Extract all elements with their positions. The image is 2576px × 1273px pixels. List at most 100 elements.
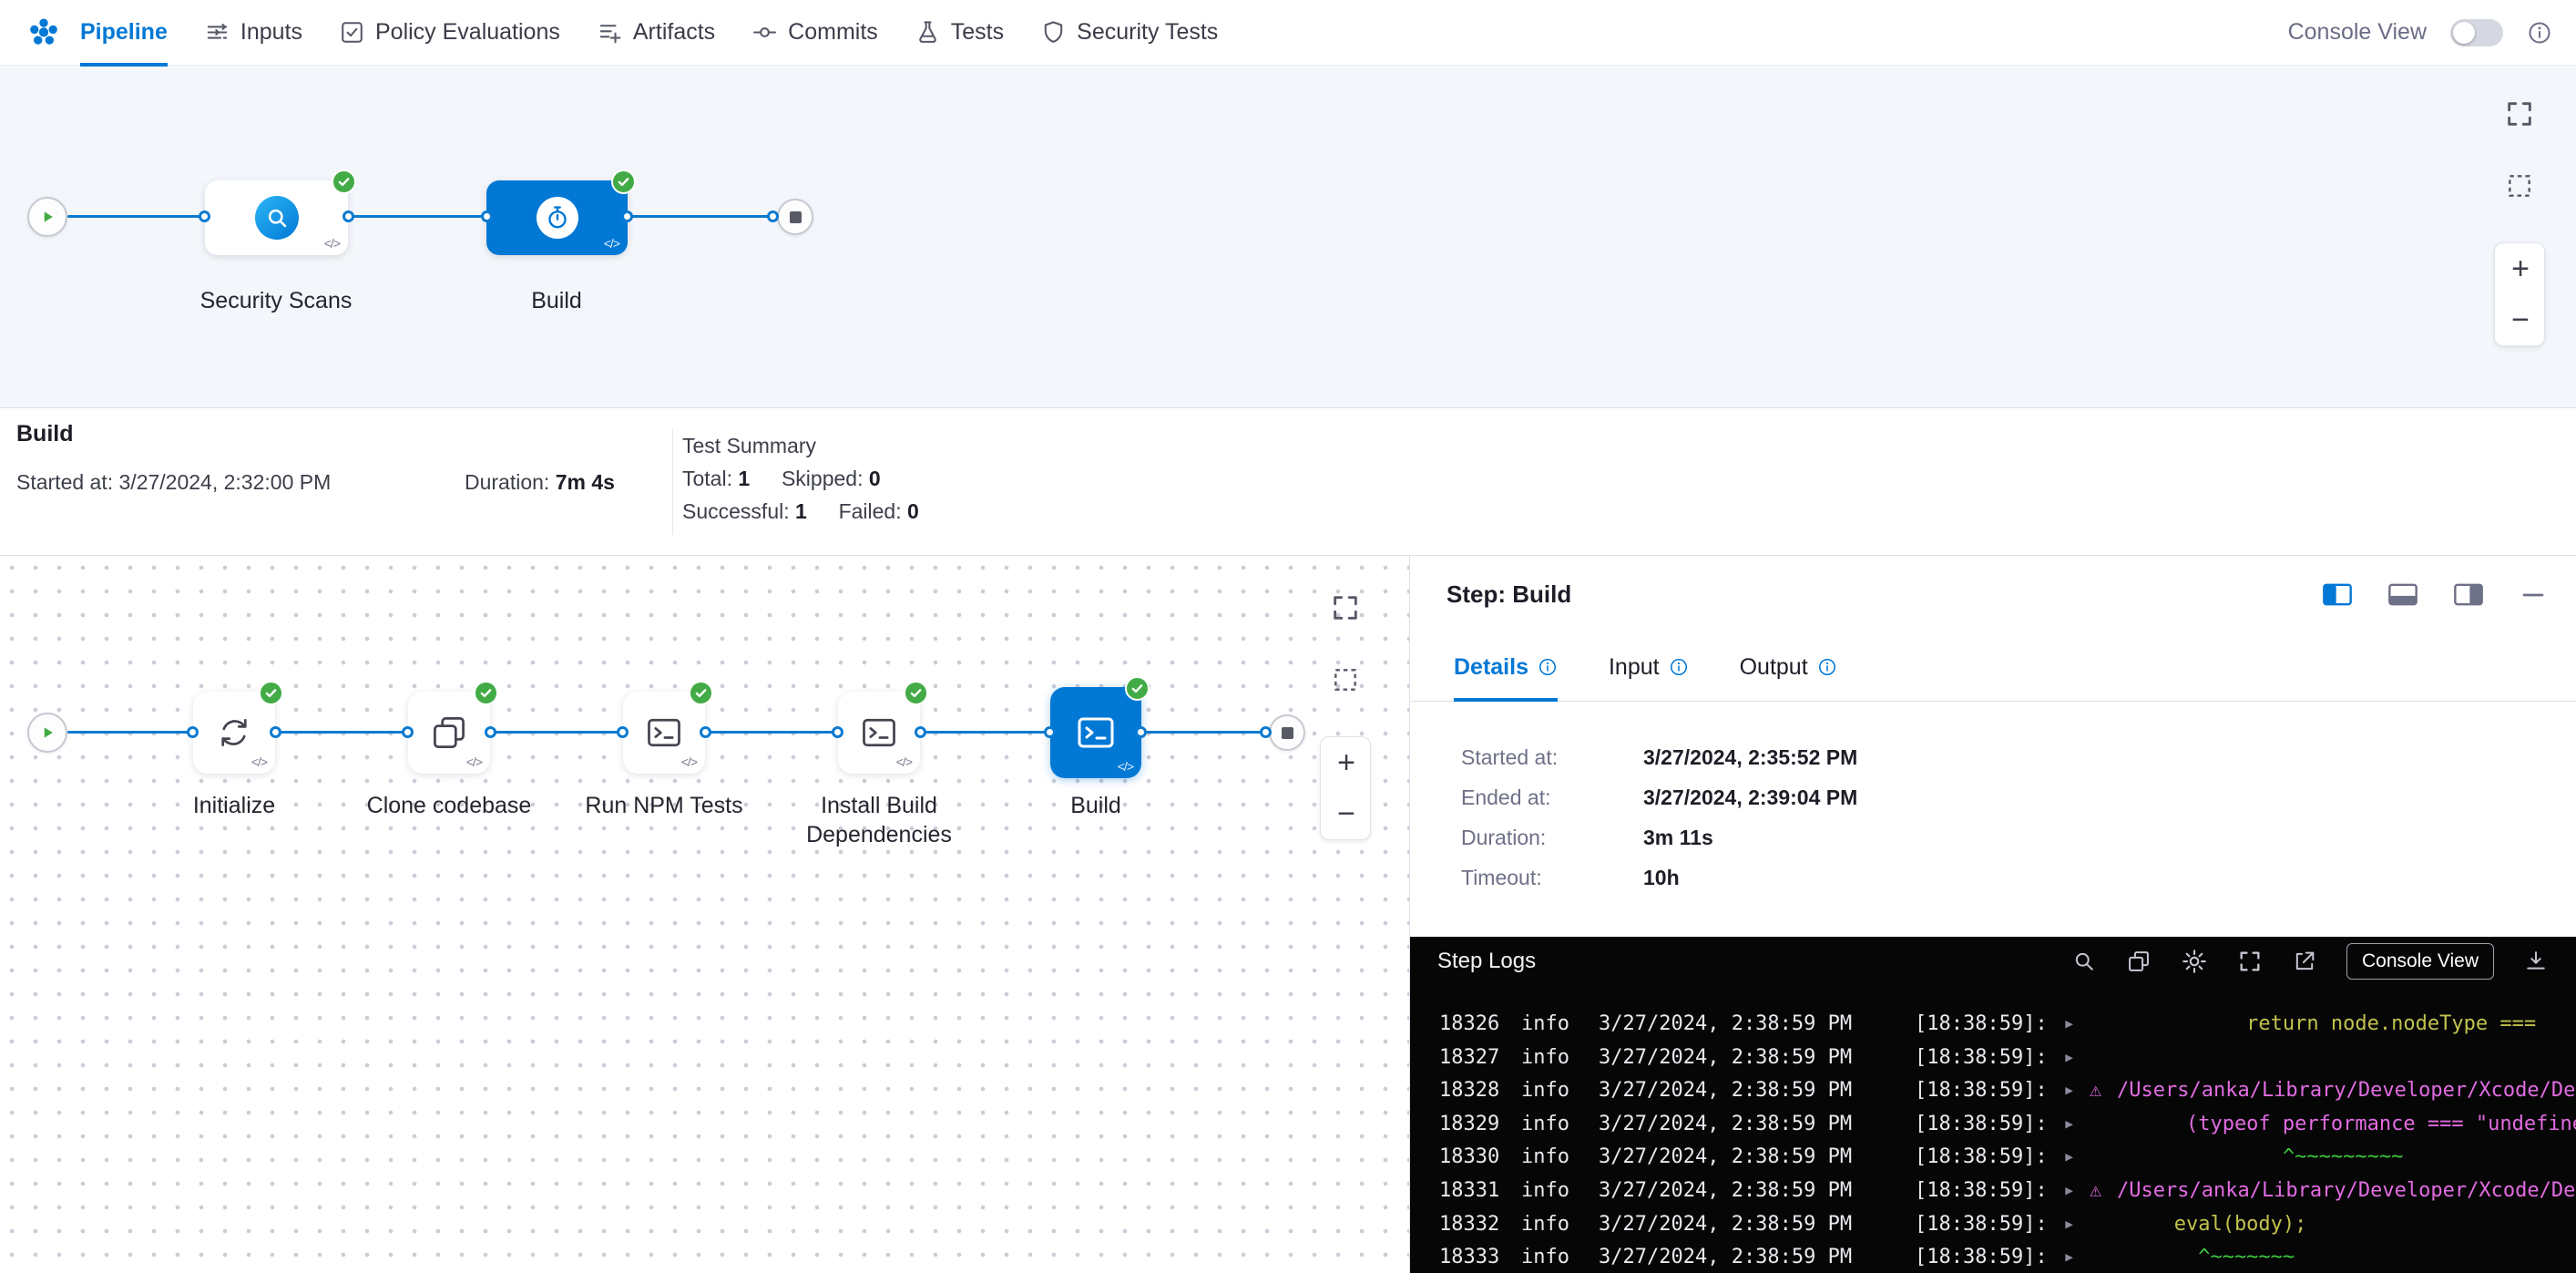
detail-row: Ended at: 3/27/2024, 2:39:04 PM — [1461, 784, 2576, 811]
stage-summary-bar: Build Started at: 3/27/2024, 2:32:00 PM … — [0, 407, 2576, 556]
pipeline-graph-canvas[interactable]: </> </> Security Scans Build + − — [0, 66, 2576, 407]
download-icon[interactable] — [2523, 949, 2549, 974]
tab-commits[interactable]: Commits — [751, 0, 878, 66]
success-badge-icon — [611, 169, 636, 194]
connector-dot — [1260, 726, 1272, 738]
pipeline-start-node[interactable] — [27, 197, 67, 237]
log-level: info — [1521, 1008, 1599, 1042]
layout-left-panel-icon[interactable] — [2323, 583, 2352, 606]
total-label: Total: — [682, 467, 732, 490]
log-datetime: 3/27/2024, 2:38:59 PM — [1599, 1175, 1915, 1208]
step-node-initialize[interactable]: </> — [193, 692, 275, 774]
connector-dot — [481, 210, 493, 222]
stage-node-build[interactable]: </> — [486, 180, 628, 255]
connector-dot — [199, 210, 210, 222]
stage-start-node[interactable] — [27, 713, 67, 753]
stage-node-security-scans[interactable]: </> — [205, 180, 348, 255]
log-line: 18333 info 3/27/2024, 2:38:59 PM [18:38:… — [1439, 1241, 2576, 1273]
step-node-run-npm-tests[interactable]: </> — [623, 692, 705, 774]
log-line: 18329 info 3/27/2024, 2:38:59 PM [18:38:… — [1439, 1108, 2576, 1142]
canvas-zoom-controls: + − — [1320, 592, 1371, 840]
tab-policy-evaluations[interactable]: Policy Evaluations — [339, 0, 560, 66]
log-line: 18328 info 3/27/2024, 2:38:59 PM [18:38:… — [1439, 1074, 2576, 1108]
tab-commits-label: Commits — [788, 19, 878, 46]
step-label: Clone codebase — [340, 791, 558, 820]
tab-inputs[interactable]: Inputs — [204, 0, 302, 66]
play-icon — [36, 721, 59, 744]
info-icon[interactable] — [1669, 657, 1689, 677]
log-time: [18:38:59]: — [1915, 1008, 2063, 1042]
info-icon[interactable] — [2527, 20, 2552, 46]
log-line: 18327 info 3/27/2024, 2:38:59 PM [18:38:… — [1439, 1042, 2576, 1075]
console-view-label: Console View — [2288, 19, 2427, 46]
stage-canvas[interactable]: </> </> </> </> </> Initialize Clone — [0, 556, 1410, 1273]
tab-pipeline[interactable]: Pipeline — [80, 0, 168, 66]
layout-right-panel-icon[interactable] — [2454, 583, 2483, 606]
log-content: return node.nodeType === — [2090, 1008, 2536, 1042]
stage-end-node[interactable] — [1269, 714, 1305, 751]
fullscreen-icon[interactable] — [2237, 949, 2263, 974]
success-badge-icon — [689, 681, 713, 705]
log-output[interactable]: 18326 info 3/27/2024, 2:38:59 PM [18:38:… — [1410, 986, 2576, 1273]
tab-details[interactable]: Details — [1454, 633, 1558, 701]
log-level: info — [1521, 1042, 1599, 1075]
fullscreen-icon[interactable] — [1330, 592, 1361, 623]
step-node-install-build-dependencies[interactable]: </> — [838, 692, 920, 774]
started-at-label: Started at: — [16, 470, 113, 494]
info-icon[interactable] — [1538, 657, 1558, 677]
successful-label: Successful: — [682, 499, 790, 523]
divider — [672, 428, 673, 535]
external-link-icon[interactable] — [2292, 949, 2317, 974]
zoom-out-button[interactable]: − — [2495, 294, 2545, 345]
tab-security-tests[interactable]: Security Tests — [1040, 0, 1218, 66]
connector-edge — [1141, 731, 1267, 734]
tab-pipeline-label: Pipeline — [80, 19, 168, 46]
console-view-toggle[interactable] — [2450, 19, 2503, 46]
warning-icon: ⚠ — [2090, 1074, 2117, 1108]
tab-artifacts[interactable]: Artifacts — [597, 0, 715, 66]
log-level: info — [1521, 1175, 1599, 1208]
settings-gear-icon[interactable] — [2181, 948, 2208, 975]
zoom-out-button[interactable]: − — [1321, 788, 1371, 839]
info-icon[interactable] — [1817, 657, 1837, 677]
layout-bottom-panel-icon[interactable] — [2388, 583, 2418, 606]
log-line: 18330 info 3/27/2024, 2:38:59 PM [18:38:… — [1439, 1141, 2576, 1175]
tab-tests[interactable]: Tests — [915, 0, 1004, 66]
step-detail-panel: Step: Build Details Input Output — [1410, 556, 2576, 1273]
security-scan-icon — [255, 196, 299, 240]
selection-box-icon[interactable] — [1331, 665, 1360, 694]
play-icon — [36, 205, 59, 229]
collapse-panel-icon[interactable] — [2520, 581, 2547, 609]
policy-check-icon — [339, 19, 365, 46]
step-node-clone-codebase[interactable]: </> — [408, 692, 490, 774]
log-time: [18:38:59]: — [1915, 1074, 2063, 1108]
tab-output[interactable]: Output — [1740, 633, 1837, 701]
search-icon[interactable] — [2071, 949, 2097, 974]
sync-icon — [214, 713, 254, 753]
terminal-icon — [644, 713, 684, 753]
success-badge-icon — [259, 681, 283, 705]
tab-inputs-label: Inputs — [240, 19, 302, 46]
log-datetime: 3/27/2024, 2:38:59 PM — [1599, 1141, 1915, 1175]
detail-value: 3/27/2024, 2:39:04 PM — [1643, 785, 1857, 810]
skipped-label: Skipped: — [782, 467, 864, 490]
selection-box-icon[interactable] — [2505, 171, 2534, 200]
connector-dot — [915, 726, 926, 738]
detail-value: 3m 11s — [1643, 826, 1713, 850]
fullscreen-icon[interactable] — [2504, 98, 2535, 129]
tab-input[interactable]: Input — [1609, 633, 1689, 701]
console-view-button[interactable]: Console View — [2346, 943, 2494, 980]
flask-icon — [915, 19, 941, 46]
pipeline-end-node[interactable] — [777, 199, 813, 235]
zoom-in-button[interactable]: + — [1321, 737, 1371, 788]
step-node-build[interactable]: </> — [1050, 687, 1141, 778]
step-panel-header: Step: Build — [1410, 556, 2576, 633]
artifacts-icon — [597, 19, 623, 46]
log-line-number: 18326 — [1439, 1008, 1521, 1042]
zoom-in-button[interactable]: + — [2495, 243, 2545, 294]
test-summary-results: Successful: 1 Failed: 0 — [682, 499, 919, 524]
log-time: [18:38:59]: — [1915, 1241, 2063, 1273]
copy-icon[interactable] — [2126, 949, 2152, 974]
log-datetime: 3/27/2024, 2:38:59 PM — [1599, 1241, 1915, 1273]
failed-label: Failed: — [839, 499, 902, 523]
